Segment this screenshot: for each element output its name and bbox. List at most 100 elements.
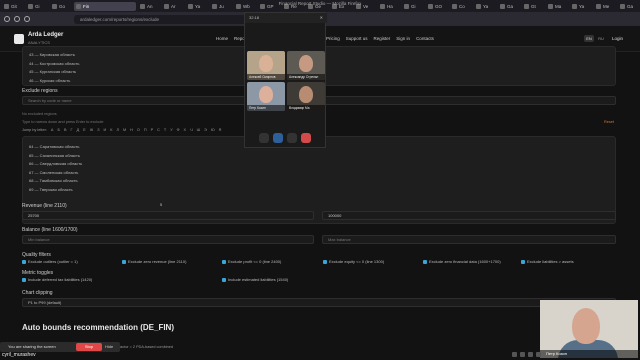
tray-icon[interactable] <box>520 352 525 357</box>
tray-icon[interactable] <box>528 352 533 357</box>
checkbox-estimated-liabilities[interactable]: Include estimated liabilities (1540) <box>222 277 288 282</box>
list-item[interactable]: 67 — Смоленская область <box>23 169 615 178</box>
camera-icon[interactable] <box>287 133 297 143</box>
browser-tab[interactable]: Me <box>594 2 616 11</box>
participant-tile[interactable]: Алексей Смирнов <box>247 51 285 80</box>
letter-filter[interactable]: О <box>137 128 140 132</box>
letter-filter[interactable]: Ж <box>90 128 94 132</box>
hang-up-icon[interactable] <box>301 133 311 143</box>
stop-sharing-button[interactable]: Stop <box>76 343 102 351</box>
letter-filter[interactable]: У <box>170 128 172 132</box>
letter-filter[interactable]: Ч <box>190 128 193 132</box>
chart-clipping-select[interactable]: P1 to P99 (default) <box>22 298 616 307</box>
checkbox-liabilities[interactable]: Exclude liabilities > assets <box>521 259 574 264</box>
checkbox-equity[interactable]: Exclude equity <= 0 (line 1300) <box>323 259 423 264</box>
list-item[interactable]: 69 — Тверская область <box>23 186 615 195</box>
letter-filter[interactable]: Ф <box>177 128 180 132</box>
letter-filter[interactable]: Я <box>219 128 222 132</box>
forward-icon[interactable] <box>14 16 20 22</box>
browser-tab[interactable]: Ga <box>498 2 520 11</box>
letter-filter[interactable]: Э <box>204 128 207 132</box>
browser-tab[interactable]: Ve <box>354 2 376 11</box>
letter-filter[interactable]: В <box>64 128 67 132</box>
browser-tab[interactable]: Re <box>282 2 304 11</box>
browser-tab[interactable]: Ya <box>570 2 592 11</box>
browser-tab[interactable]: Ha <box>378 2 400 11</box>
letter-filter[interactable]: П <box>144 128 147 132</box>
nav-contacts-link[interactable]: Contacts <box>416 36 434 41</box>
nav-signin-link[interactable]: Sign in <box>396 36 410 41</box>
participant-tile[interactable]: Петр Козин <box>247 82 285 111</box>
browser-tab[interactable]: Ya <box>474 2 496 11</box>
letter-filter[interactable]: Ю <box>211 128 215 132</box>
balance-min-input[interactable]: Min balance <box>22 235 314 244</box>
self-camera-tile[interactable]: Петр Козин <box>540 300 638 358</box>
letter-filter[interactable]: Х <box>184 128 187 132</box>
nav-register-link[interactable]: Register <box>374 36 391 41</box>
nav-home-link[interactable]: Home <box>216 36 228 41</box>
revenue-min-input[interactable]: 25700 <box>22 211 314 220</box>
letter-filter[interactable]: Е <box>83 128 86 132</box>
browser-tab[interactable]: Gt <box>522 2 544 11</box>
letter-filter[interactable]: М <box>123 128 126 132</box>
lang-en-button[interactable]: EN <box>584 35 594 42</box>
letter-filter[interactable]: Г <box>71 128 73 132</box>
browser-tab[interactable]: Ju <box>210 2 232 11</box>
browser-tab[interactable]: Go <box>50 2 72 11</box>
participant-tile[interactable]: Владимир Ма <box>287 82 325 111</box>
checkbox-outliers[interactable]: Exclude outliers (outlier = 1) <box>22 259 122 264</box>
list-item[interactable]: 66 — Свердловская область <box>23 160 615 169</box>
checkbox-profit[interactable]: Exclude profit <= 0 (line 2400) <box>222 259 323 264</box>
revenue-max-input[interactable]: 100000 <box>322 211 616 220</box>
letter-filter[interactable]: С <box>157 128 160 132</box>
browser-tab[interactable]: GO <box>426 2 448 11</box>
checkbox-zero-revenue[interactable]: Exclude zero revenue (line 2110) <box>122 259 222 264</box>
browser-tab[interactable]: Ga <box>618 2 640 11</box>
browser-tab[interactable]: Gi <box>26 2 48 11</box>
tray-icon[interactable] <box>536 352 541 357</box>
microphone-icon[interactable] <box>273 133 283 143</box>
letter-filter[interactable]: Н <box>130 128 133 132</box>
letter-filter[interactable]: З <box>97 128 99 132</box>
checkbox-deferred-tax[interactable]: Include deferred tax liabilities (1420) <box>22 277 222 282</box>
letter-filter[interactable]: Р <box>151 128 154 132</box>
close-icon[interactable]: ✕ <box>320 13 323 23</box>
participant-tile[interactable]: Александр Стрельн <box>287 51 325 80</box>
letter-filter[interactable]: И <box>104 128 107 132</box>
balance-max-input[interactable]: Max balance <box>322 235 616 244</box>
browser-tab[interactable]: Ma <box>546 2 568 11</box>
lang-ru-button[interactable]: RU <box>596 35 606 42</box>
browser-tab[interactable]: Git <box>2 2 24 11</box>
tray-icon[interactable] <box>512 352 517 357</box>
reload-icon[interactable] <box>24 16 30 22</box>
letter-filter[interactable]: Б <box>57 128 60 132</box>
video-call-window[interactable]: 32:18 ✕ Алексей Смирнов Александр Стрель… <box>244 12 327 148</box>
browser-tab[interactable]: Gi <box>402 2 424 11</box>
browser-tab[interactable]: Ge <box>306 2 328 11</box>
letter-filter[interactable]: Д <box>77 128 80 132</box>
letter-filter[interactable]: Ш <box>197 128 200 132</box>
login-link[interactable]: Login <box>612 36 623 41</box>
logo-icon[interactable] <box>14 34 24 44</box>
letter-filter[interactable]: Т <box>164 128 166 132</box>
hide-share-bar-button[interactable]: Hide <box>105 343 119 351</box>
minimize-icon[interactable] <box>259 133 269 143</box>
browser-tab[interactable]: Ar <box>162 2 184 11</box>
browser-tab[interactable]: Ya <box>186 2 208 11</box>
letter-filter[interactable]: Л <box>116 128 119 132</box>
checkbox-zero-financial[interactable]: Exclude zero financial data (1600+1700) <box>423 259 521 264</box>
browser-tab[interactable]: Co <box>450 2 472 11</box>
reset-button[interactable]: Reset <box>604 120 614 124</box>
browser-tab[interactable]: Ex <box>330 2 352 11</box>
browser-tab[interactable]: Wb <box>234 2 256 11</box>
back-icon[interactable] <box>4 16 10 22</box>
browser-tab[interactable]: Fin <box>74 1 136 11</box>
list-item[interactable]: 68 — Тамбовская область <box>23 177 615 186</box>
letter-filter[interactable]: А <box>51 128 54 132</box>
nav-pricing-link[interactable]: Pricing <box>326 36 340 41</box>
nav-support-link[interactable]: Support us <box>346 36 368 41</box>
browser-tab[interactable]: An <box>138 2 160 11</box>
letter-filter[interactable]: К <box>110 128 112 132</box>
list-item[interactable]: 65 — Сахалинская область <box>23 152 615 161</box>
browser-tab[interactable]: GP <box>258 2 280 11</box>
